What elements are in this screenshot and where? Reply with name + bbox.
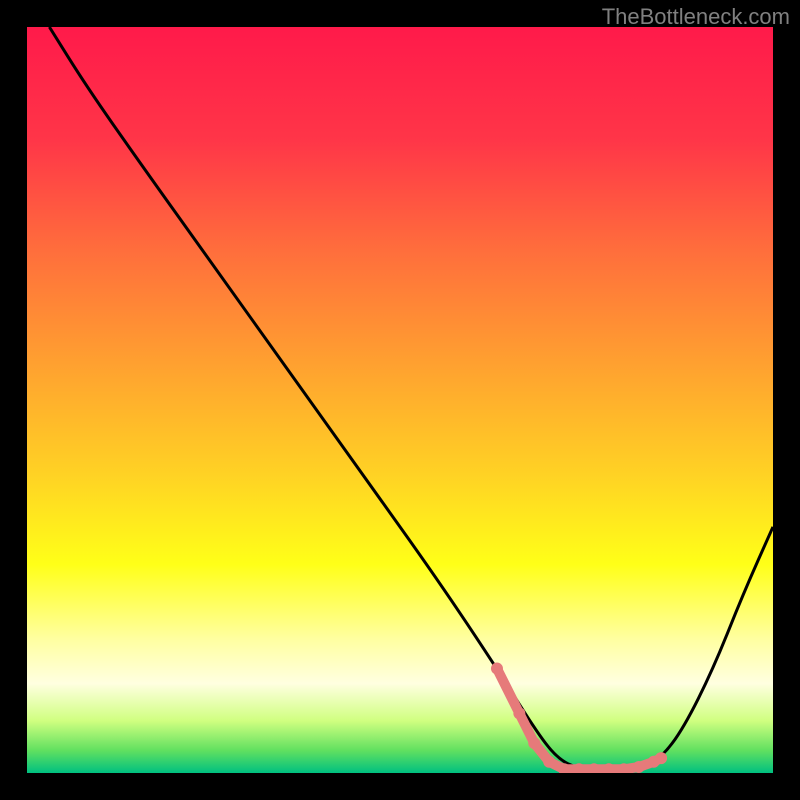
- curve-overlay: [27, 27, 773, 773]
- chart-container: [27, 27, 773, 773]
- watermark-text: TheBottleneck.com: [602, 4, 790, 30]
- bottleneck-curve: [49, 27, 773, 769]
- highlight-segment: [491, 663, 667, 773]
